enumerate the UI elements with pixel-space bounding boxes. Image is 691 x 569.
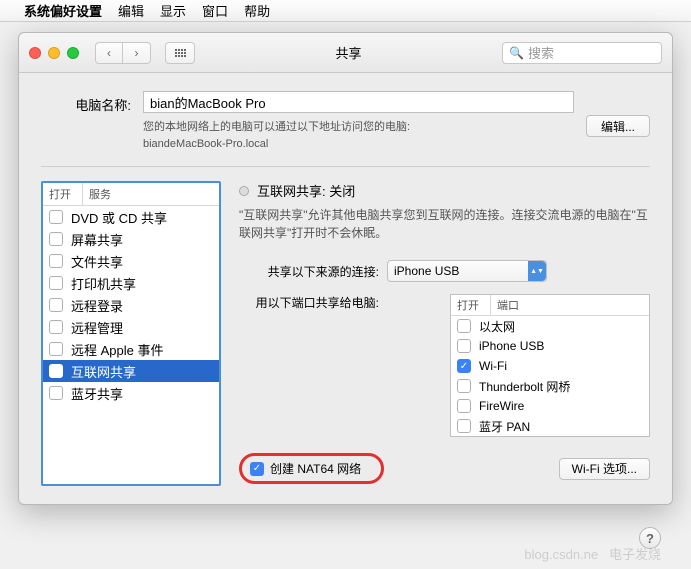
port-row[interactable]: FireWire	[451, 396, 649, 416]
computer-name-label: 电脑名称:	[41, 91, 131, 114]
service-checkbox[interactable]	[49, 342, 63, 356]
prefs-window: ‹ › 共享 🔍 搜索 电脑名称: 您的本地网络上的电脑可以通过以下地址访问您的…	[18, 32, 673, 505]
service-row[interactable]: 打印机共享	[43, 272, 219, 294]
service-checkbox[interactable]	[49, 386, 63, 400]
port-row[interactable]: Thunderbolt 网桥	[451, 376, 649, 396]
share-from-label: 共享以下来源的连接:	[239, 263, 379, 280]
service-row[interactable]: DVD 或 CD 共享	[43, 206, 219, 228]
port-checkbox[interactable]	[457, 379, 471, 393]
traffic-lights	[29, 47, 79, 59]
search-field[interactable]: 🔍 搜索	[502, 42, 662, 64]
detail-pane: 互联网共享: 关闭 "互联网共享"允许其他电脑共享您到互联网的连接。连接交流电源…	[239, 181, 650, 486]
port-row[interactable]: ✓Wi-Fi	[451, 356, 649, 376]
service-checkbox[interactable]	[49, 276, 63, 290]
port-checkbox[interactable]: ✓	[457, 359, 471, 373]
detail-description: "互联网共享"允许其他电脑共享您到互联网的连接。连接交流电源的电脑在"互联网共享…	[239, 206, 650, 242]
service-checkbox[interactable]	[49, 210, 63, 224]
show-all-button[interactable]	[165, 42, 195, 64]
share-from-select[interactable]: iPhone USB ▲▼	[387, 260, 547, 282]
search-placeholder: 搜索	[528, 43, 554, 62]
port-checkbox[interactable]	[457, 339, 471, 353]
service-row[interactable]: 远程登录	[43, 294, 219, 316]
computer-name-input[interactable]	[143, 91, 574, 113]
service-row[interactable]: 蓝牙共享	[43, 382, 219, 404]
service-row[interactable]: 远程管理	[43, 316, 219, 338]
menu-window[interactable]: 窗口	[202, 1, 228, 20]
port-list[interactable]: 打开 端口 以太网 iPhone USB ✓Wi-Fi Thunderbolt …	[450, 294, 650, 437]
edit-hostname-button[interactable]: 编辑...	[586, 115, 650, 137]
content: 电脑名称: 您的本地网络上的电脑可以通过以下地址访问您的电脑: biandeMa…	[19, 73, 672, 504]
status-indicator-icon	[239, 186, 249, 196]
service-row[interactable]: 远程 Apple 事件	[43, 338, 219, 360]
minimize-button[interactable]	[48, 47, 60, 59]
port-checkbox[interactable]	[457, 319, 471, 333]
port-checkbox[interactable]	[457, 399, 471, 413]
nat64-label: 创建 NAT64 网络	[270, 460, 361, 477]
menubar: 系统偏好设置 编辑 显示 窗口 帮助	[0, 0, 691, 22]
app-menu[interactable]: 系统偏好设置	[24, 1, 102, 20]
main-area: 打开 服务 DVD 或 CD 共享 屏幕共享 文件共享 打印机共享 远程登录 远…	[41, 181, 650, 486]
port-checkbox[interactable]	[457, 419, 471, 433]
service-row[interactable]: 屏幕共享	[43, 228, 219, 250]
back-button[interactable]: ‹	[95, 42, 123, 64]
share-to-label: 用以下端口共享给电脑:	[239, 294, 379, 311]
port-row[interactable]: 以太网	[451, 316, 649, 336]
service-checkbox[interactable]	[49, 298, 63, 312]
service-checkbox[interactable]	[49, 254, 63, 268]
port-row[interactable]: 蓝牙 PAN	[451, 416, 649, 436]
window-title: 共享	[203, 43, 494, 62]
divider	[41, 166, 650, 167]
service-list-header: 打开 服务	[43, 183, 219, 206]
computer-name-desc: 您的本地网络上的电脑可以通过以下地址访问您的电脑: biandeMacBook-…	[143, 119, 574, 152]
service-checkbox[interactable]	[49, 320, 63, 334]
service-checkbox[interactable]	[49, 232, 63, 246]
close-button[interactable]	[29, 47, 41, 59]
wifi-options-button[interactable]: Wi-Fi 选项...	[559, 458, 650, 480]
service-row[interactable]: 文件共享	[43, 250, 219, 272]
computer-name-row: 电脑名称: 您的本地网络上的电脑可以通过以下地址访问您的电脑: biandeMa…	[41, 91, 650, 152]
search-icon: 🔍	[509, 46, 524, 60]
watermark: blog.csdn.ne 电子发烧	[524, 544, 661, 563]
menu-help[interactable]: 帮助	[244, 1, 270, 20]
chevron-updown-icon: ▲▼	[528, 261, 546, 281]
menu-view[interactable]: 显示	[160, 1, 186, 20]
detail-title: 互联网共享: 关闭	[257, 181, 355, 200]
service-row-internet-sharing[interactable]: 互联网共享	[43, 360, 219, 382]
service-list[interactable]: 打开 服务 DVD 或 CD 共享 屏幕共享 文件共享 打印机共享 远程登录 远…	[41, 181, 221, 486]
nat64-highlight: ✓ 创建 NAT64 网络	[239, 453, 384, 484]
nav-buttons: ‹ ›	[95, 42, 151, 64]
titlebar: ‹ › 共享 🔍 搜索	[19, 33, 672, 73]
menu-edit[interactable]: 编辑	[118, 1, 144, 20]
zoom-button[interactable]	[67, 47, 79, 59]
grid-icon	[175, 49, 186, 57]
nat64-checkbox[interactable]: ✓	[250, 462, 264, 476]
service-checkbox[interactable]	[49, 364, 63, 378]
port-row[interactable]: iPhone USB	[451, 336, 649, 356]
forward-button[interactable]: ›	[123, 42, 151, 64]
